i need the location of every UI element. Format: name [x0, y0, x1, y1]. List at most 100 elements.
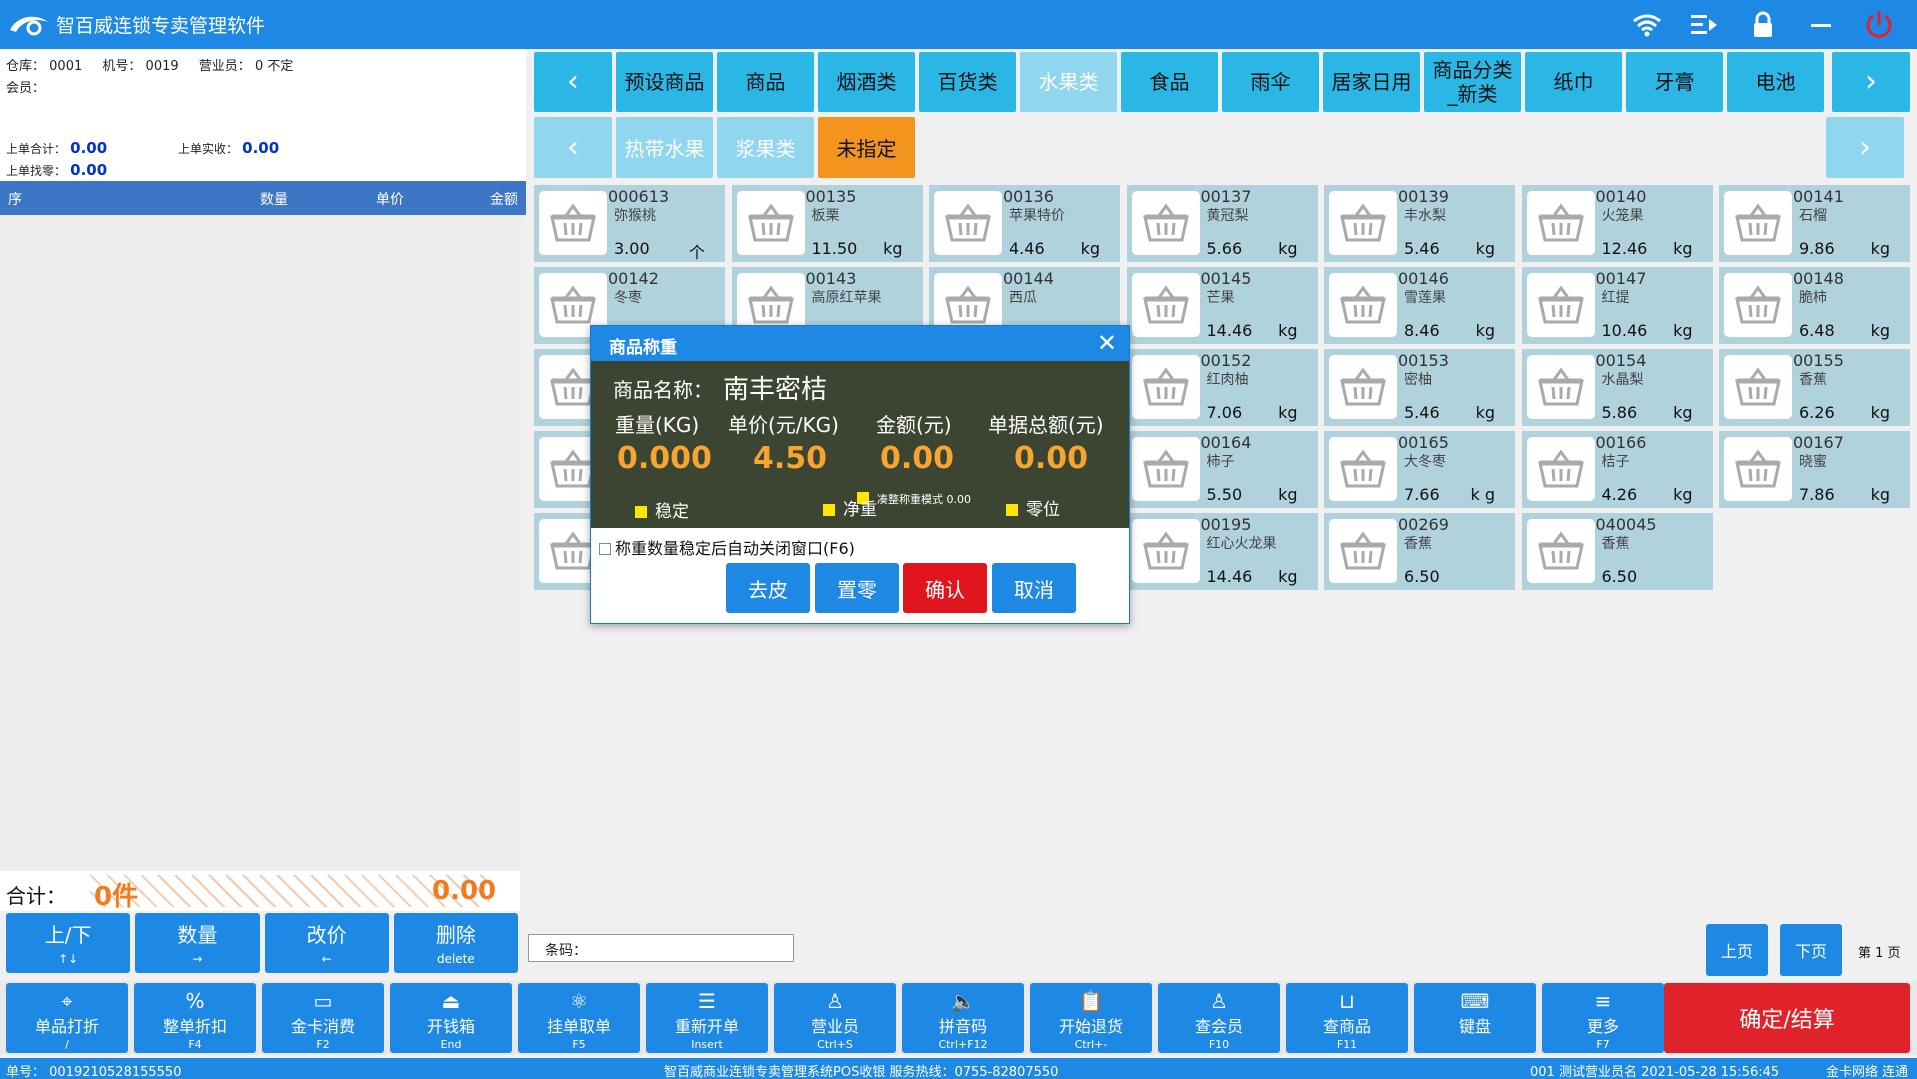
toolbar-button[interactable]: ⏏ 开钱箱 End: [390, 983, 512, 1053]
product-unit: kg: [1278, 485, 1298, 504]
move-updown-button[interactable]: 上/下 ↑↓: [6, 913, 131, 973]
product-card[interactable]: 00139 丰水梨 5.46 kg: [1324, 185, 1515, 262]
tab-category[interactable]: 商品: [717, 52, 814, 112]
zero-button[interactable]: 置零: [815, 563, 899, 613]
tare-button[interactable]: 去皮: [726, 563, 810, 613]
weighing-dialog: 商品称重 ✕ 商品名称： 南丰密桔 重量(KG) 单价(元/KG) 金额(元) …: [590, 325, 1130, 624]
toolbar-button[interactable]: ♙ 营业员 Ctrl+S: [774, 983, 896, 1053]
product-price: 5.46: [1404, 239, 1440, 258]
toolbar-button[interactable]: 📋 开始退货 Ctrl+-: [1030, 983, 1152, 1053]
lock-icon[interactable]: [1745, 7, 1781, 43]
toolbar-button[interactable]: ♙ 查会员 F10: [1158, 983, 1280, 1053]
close-icon[interactable]: ✕: [1097, 329, 1117, 357]
toolbar-button[interactable]: % 整单折扣 F4: [134, 983, 256, 1053]
tab-category[interactable]: 雨伞: [1222, 52, 1319, 112]
product-unit: k g: [1470, 485, 1495, 504]
product-card[interactable]: 00148 脆柿 6.48 kg: [1719, 267, 1910, 344]
product-card[interactable]: 00154 水晶梨 5.86 kg: [1521, 349, 1713, 426]
product-card[interactable]: 00155 香蕉 6.26 kg: [1719, 349, 1910, 426]
tab-category[interactable]: 商品分类_新类: [1424, 52, 1521, 112]
toolbar-button-label: 挂单取单: [546, 1017, 611, 1036]
product-card[interactable]: 00167 晓蜜 7.86 kg: [1719, 431, 1910, 508]
tab-category[interactable]: 百货类: [919, 52, 1016, 112]
product-card[interactable]: 00166 桔子 4.26 kg: [1521, 431, 1713, 508]
toolbar-button[interactable]: ⌖ 单品打折 /: [6, 983, 128, 1053]
product-name: 高原红苹果: [811, 290, 882, 306]
toolbar-button[interactable]: ☰ 重新开单 Insert: [646, 983, 768, 1053]
confirm-button[interactable]: 确认: [903, 563, 987, 613]
product-card[interactable]: 040045 香蕉 6.50: [1521, 513, 1713, 590]
minimize-icon[interactable]: [1803, 7, 1839, 43]
auto-close-checkbox[interactable]: 称重数量稳定后自动关闭窗口(F6): [599, 535, 855, 559]
product-card[interactable]: 00195 红心火龙果 14.46 kg: [1126, 513, 1318, 590]
tab-subcategory[interactable]: 热带水果: [616, 117, 713, 178]
basket-icon: [934, 191, 1002, 255]
delete-button[interactable]: 删除 delete: [393, 913, 518, 973]
category-prev-button[interactable]: ‹: [534, 52, 612, 112]
tab-category[interactable]: 电池: [1727, 52, 1824, 112]
toolbar-button-label: 开钱箱: [426, 1017, 475, 1036]
toolbar-button[interactable]: ≡ 更多 F7: [1542, 983, 1664, 1053]
product-card[interactable]: 00165 大冬枣 7.66 k g: [1324, 431, 1515, 508]
machine-value: 0019: [145, 59, 179, 74]
order-list[interactable]: [0, 215, 526, 871]
prev-page-button[interactable]: 上页: [1706, 924, 1768, 976]
tab-category-selected[interactable]: 水果类: [1020, 52, 1117, 112]
basket-icon: [1724, 355, 1792, 419]
tab-category[interactable]: 居家日用: [1323, 52, 1420, 112]
subcategory-next-button[interactable]: ›: [1826, 117, 1904, 178]
product-name: 石榴: [1799, 208, 1827, 224]
product-card[interactable]: 00152 红肉柚 7.06 kg: [1126, 349, 1318, 426]
tab-category[interactable]: 牙膏: [1626, 52, 1723, 112]
product-code: 00167: [1793, 433, 1844, 452]
product-unit: kg: [1278, 403, 1298, 422]
product-card[interactable]: 000613 弥猴桃 3.00 个: [534, 185, 725, 262]
product-card[interactable]: 00141 石榴 9.86 kg: [1719, 185, 1910, 262]
tab-subcategory-selected[interactable]: 未指定: [818, 117, 915, 178]
toolbar-button[interactable]: ⚛ 挂单取单 F5: [518, 983, 640, 1053]
change-price-button[interactable]: 改价 ←: [264, 913, 389, 973]
user-icon: ♙: [826, 989, 844, 1013]
wifi-icon[interactable]: [1629, 7, 1665, 43]
barcode-input[interactable]: 条码：: [528, 934, 794, 962]
product-card[interactable]: 00140 火笼果 12.46 kg: [1521, 185, 1713, 262]
product-card[interactable]: 00137 黄冠梨 5.66 kg: [1126, 185, 1318, 262]
tab-category[interactable]: 烟酒类: [818, 52, 915, 112]
tab-category[interactable]: 预设商品: [616, 52, 713, 112]
quantity-button[interactable]: 数量 →: [135, 913, 260, 973]
toolbar-button[interactable]: ▭ 金卡消费 F2: [262, 983, 384, 1053]
product-card[interactable]: 00136 苹果特价 4.46 kg: [929, 185, 1120, 262]
toolbar-button[interactable]: ⊔ 查商品 F11: [1286, 983, 1408, 1053]
exit-menu-icon[interactable]: [1687, 7, 1723, 43]
atom-icon: ⚛: [570, 989, 588, 1013]
power-icon[interactable]: [1861, 7, 1897, 43]
toolbar-button[interactable]: ⌨ 键盘: [1414, 983, 1536, 1053]
toolbar-button-key: F4: [188, 1038, 202, 1051]
product-card[interactable]: 00135 板栗 11.50 kg: [731, 185, 923, 262]
product-card[interactable]: 00269 香蕉 6.50: [1324, 513, 1515, 590]
status-center-text: 智百威商业连锁专卖管理系统POS收银 服务热线：0755-82807550: [664, 1065, 1059, 1079]
tab-category[interactable]: 纸巾: [1525, 52, 1622, 112]
product-code: 00135: [805, 187, 857, 206]
product-card[interactable]: 00147 红提 10.46 kg: [1521, 267, 1713, 344]
product-card[interactable]: 00146 雪莲果 8.46 kg: [1324, 267, 1515, 344]
toolbar-button[interactable]: 🔈 拼音码 Ctrl+F12: [902, 983, 1024, 1053]
basket-icon: [1329, 273, 1397, 337]
product-card[interactable]: 00153 密柚 5.46 kg: [1324, 349, 1515, 426]
last-paid-label: 上单实收：: [178, 142, 239, 156]
settle-button[interactable]: 确定/结算: [1664, 983, 1910, 1053]
product-card[interactable]: 00164 柿子 5.50 kg: [1126, 431, 1318, 508]
tab-category[interactable]: 食品: [1121, 52, 1218, 112]
next-page-button[interactable]: 下页: [1780, 924, 1842, 976]
tag-icon: ⌖: [61, 989, 73, 1013]
category-next-button[interactable]: ›: [1832, 52, 1910, 112]
basket-icon: [1526, 273, 1595, 337]
subcategory-prev-button[interactable]: ‹: [534, 117, 612, 178]
cancel-button[interactable]: 取消: [992, 563, 1076, 613]
col-seq: 序: [8, 192, 22, 208]
product-code: 040045: [1595, 515, 1657, 534]
toolbar-button-key: Ctrl+S: [817, 1038, 853, 1051]
col-qty: 数量: [260, 192, 288, 208]
tab-subcategory[interactable]: 浆果类: [717, 117, 814, 178]
product-card[interactable]: 00145 芒果 14.46 kg: [1126, 267, 1318, 344]
